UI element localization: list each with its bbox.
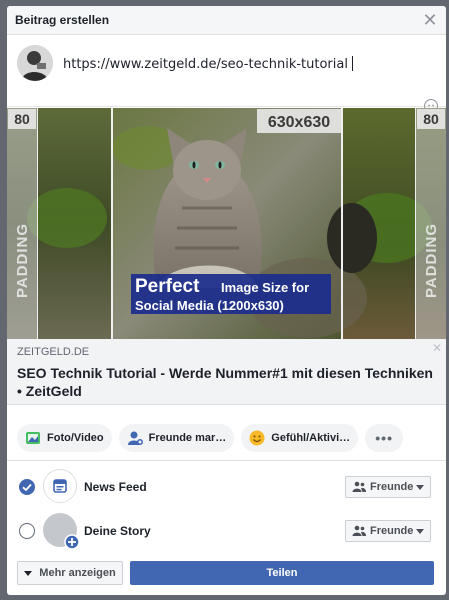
photo-video-button[interactable]: Foto/Video [17, 424, 112, 452]
svg-text:Social Media (1200x630): Social Media (1200x630) [135, 298, 284, 313]
svg-text:Perfect: Perfect [135, 276, 200, 297]
friends-icon [352, 481, 366, 492]
photo-icon [26, 432, 40, 444]
feeling-label: Gefühl/Aktivi… [271, 432, 351, 444]
left-padding-label: PADDING [14, 223, 31, 298]
story-audience-label: Freunde [370, 525, 414, 537]
link-preview-meta[interactable]: ZEITGELD.DE SEO Technik Tutorial - Werde… [7, 339, 446, 405]
feeling-icon [249, 430, 265, 446]
post-composer[interactable]: https://www.zeitgeld.de/seo-technik-tuto… [7, 35, 446, 113]
text-caret [351, 56, 353, 71]
dialog-title: Beitrag erstellen [15, 13, 110, 27]
news-feed-label: News Feed [84, 480, 147, 494]
feeling-button[interactable]: Gefühl/Aktivi… [241, 424, 359, 452]
more-options-button[interactable]: ••• [365, 424, 404, 452]
right-size-label: 80 [417, 109, 445, 129]
share-label: Teilen [266, 567, 298, 579]
link-domain: ZEITGELD.DE [17, 346, 90, 358]
svg-text:630x630: 630x630 [268, 114, 330, 131]
tag-friends-button[interactable]: Freunde mar… [118, 424, 235, 452]
remove-preview-icon[interactable]: ✕ [432, 341, 442, 355]
story-label: Deine Story [84, 524, 151, 538]
svg-text:80: 80 [423, 111, 439, 127]
chevron-down-icon [416, 484, 424, 490]
chevron-down-icon [416, 528, 424, 534]
show-more-button[interactable]: Mehr anzeigen [17, 561, 123, 585]
news-feed-icon [43, 469, 77, 503]
news-feed-audience-selector[interactable]: Freunde [345, 476, 431, 498]
create-post-dialog: Beitrag erstellen ✕ https://www.zeitgeld… [7, 6, 446, 595]
composer-actions: Foto/Video Freunde mar… Gefühl/Aktivi… •… [17, 424, 404, 452]
friends-icon [352, 525, 366, 536]
section-divider [7, 460, 446, 461]
news-feed-checkbox[interactable] [19, 479, 35, 495]
link-preview-image[interactable]: 80 630x630 80 PADDING PADDING Perfect Im… [7, 108, 446, 339]
photo-video-label: Foto/Video [47, 432, 104, 444]
destination-story: Deine Story Freunde [7, 511, 446, 551]
chevron-down-icon [24, 570, 33, 576]
tag-friends-label: Freunde mar… [148, 432, 227, 444]
check-icon [22, 483, 32, 492]
news-feed-audience-label: Freunde [370, 481, 414, 493]
show-more-label: Mehr anzeigen [39, 567, 116, 579]
svg-text:Image Size for: Image Size for [221, 280, 309, 295]
composer-text: https://www.zeitgeld.de/seo-technik-tuto… [63, 57, 348, 72]
center-size-label: 630x630 [257, 109, 341, 133]
story-audience-selector[interactable]: Freunde [345, 520, 431, 542]
link-title: SEO Technik Tutorial - Werde Nummer#1 mi… [17, 365, 433, 399]
avatar [17, 45, 53, 81]
dialog-header: Beitrag erstellen ✕ [7, 6, 446, 35]
close-icon[interactable]: ✕ [422, 11, 438, 29]
more-dots-icon: ••• [375, 430, 393, 446]
story-avatar [43, 513, 80, 550]
share-button[interactable]: Teilen [130, 561, 434, 585]
image-banner: Perfect Image Size for Social Media (120… [131, 274, 331, 314]
tag-friends-icon [127, 431, 143, 445]
composer-input[interactable]: https://www.zeitgeld.de/seo-technik-tuto… [63, 56, 353, 72]
left-size-label: 80 [8, 109, 36, 129]
svg-text:80: 80 [14, 111, 30, 127]
story-checkbox[interactable] [19, 523, 35, 539]
destination-news-feed: News Feed Freunde [7, 467, 446, 507]
right-padding-label: PADDING [423, 223, 440, 298]
